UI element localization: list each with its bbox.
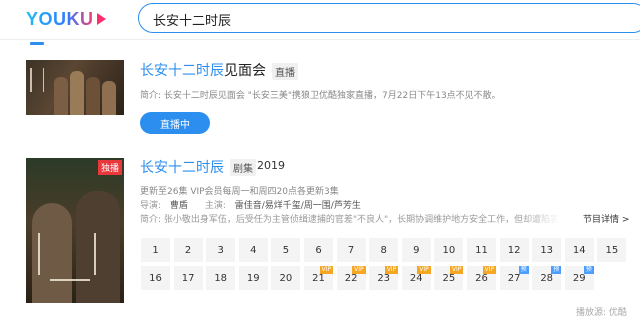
- episode-number: 1: [152, 244, 159, 256]
- episode-number: 18: [214, 272, 228, 284]
- result2-description: 简介: 张小敬出身军伍，后受任为主管侦缉逮捕的官差"不良人"，长期协调维护地方安…: [140, 215, 558, 225]
- exclusive-badge: 独播: [97, 160, 122, 175]
- play-source: 播放源: 优酷: [576, 308, 627, 318]
- result1-title-highlight: 长安十二时辰: [140, 63, 224, 79]
- vip-tag: VIP: [449, 266, 464, 274]
- episode-11-button[interactable]: 11: [467, 238, 496, 262]
- episode-number: 11: [475, 244, 488, 256]
- episode-number: 10: [442, 244, 456, 256]
- episode-18-button[interactable]: 18: [206, 266, 236, 290]
- preview-tag: 预: [551, 266, 562, 274]
- episode-15-button[interactable]: 15: [597, 238, 627, 262]
- episode-number: 7: [347, 244, 355, 256]
- release-year: 2019: [257, 159, 285, 172]
- episode-8-button[interactable]: 8: [369, 238, 399, 262]
- episode-number: 8: [380, 244, 387, 256]
- tab-indicator: [30, 42, 44, 45]
- episode-number: 5: [282, 244, 290, 256]
- episode-number: 15: [605, 244, 619, 256]
- episode-number: 3: [217, 244, 224, 256]
- episode-21-button[interactable]: 21 VIP: [304, 266, 333, 290]
- episode-number: 22: [344, 272, 358, 284]
- episode-number: 23: [377, 272, 391, 284]
- result2-title[interactable]: 长安十二时辰: [140, 157, 224, 177]
- search-input[interactable]: 长安十二时辰: [153, 10, 231, 29]
- episode-number: 2: [184, 244, 192, 256]
- cast-names[interactable]: 雷佳音/易烊千玺/周一围/芦芳生: [235, 201, 361, 211]
- episode-number: 13: [540, 244, 554, 256]
- vip-tag: VIP: [352, 266, 366, 274]
- vip-tag: VIP: [482, 266, 496, 274]
- episode-22-button[interactable]: 22 VIP: [336, 266, 366, 290]
- cast-label: 主演:: [204, 201, 226, 211]
- episode-7-button[interactable]: 7: [336, 238, 366, 262]
- episode-number: 29: [572, 272, 586, 284]
- episode-1-button[interactable]: 1: [141, 238, 170, 262]
- vip-tag: VIP: [319, 266, 333, 274]
- preview-tag: 预: [583, 266, 594, 274]
- episode-10-button[interactable]: 10: [434, 238, 464, 262]
- episode-14-button[interactable]: 14: [564, 238, 594, 262]
- episode-29-button[interactable]: 29 预: [564, 266, 594, 290]
- play-icon: [96, 13, 106, 25]
- preview-tag: 预: [518, 266, 529, 274]
- vip-tag: VIP: [417, 266, 431, 274]
- details-link[interactable]: 节目详情 >: [583, 212, 629, 225]
- episode-26-button[interactable]: 26 VIP: [467, 266, 496, 290]
- episode-number: 12: [507, 244, 521, 256]
- search-box[interactable]: 长安十二时辰: [138, 3, 640, 33]
- top-header: YOUKU 长安十二时辰: [0, 0, 640, 40]
- episode-number: 19: [246, 272, 260, 284]
- episode-number: 28: [540, 272, 554, 284]
- director-label: 导演:: [140, 201, 162, 211]
- episode-4-button[interactable]: 4: [238, 238, 268, 262]
- episode-number: 9: [413, 244, 420, 256]
- episode-27-button[interactable]: 27 预: [499, 266, 529, 290]
- episode-number: 24: [409, 272, 423, 284]
- episode-3-button[interactable]: 3: [206, 238, 236, 262]
- update-info: 更新至26集 VIP会员每周一和周四20点各更新3集: [140, 187, 339, 197]
- result2-poster[interactable]: 独播: [26, 158, 124, 303]
- live-badge: 直播: [272, 62, 298, 80]
- result1-thumbnail[interactable]: [26, 60, 124, 115]
- episode-13-button[interactable]: 13: [532, 238, 562, 262]
- episode-number: 6: [315, 244, 322, 256]
- episode-23-button[interactable]: 23 VIP: [369, 266, 399, 290]
- episode-6-button[interactable]: 6: [304, 238, 333, 262]
- result1-title[interactable]: 长安十二时辰见面会 直播: [140, 60, 298, 80]
- result1-title-rest: 见面会: [224, 63, 266, 79]
- episode-20-button[interactable]: 20: [271, 266, 301, 290]
- episode-9-button[interactable]: 9: [401, 238, 431, 262]
- episode-19-button[interactable]: 19: [238, 266, 268, 290]
- series-badge: 剧集: [230, 159, 256, 176]
- director-name[interactable]: 曹盾: [170, 201, 188, 211]
- episode-16-button[interactable]: 16: [141, 266, 170, 290]
- episode-number: 20: [279, 272, 293, 284]
- episode-5-button[interactable]: 5: [271, 238, 301, 262]
- episode-24-button[interactable]: 24 VIP: [401, 266, 431, 290]
- episode-number: 25: [442, 272, 456, 284]
- episode-number: 4: [250, 244, 257, 256]
- episode-number: 14: [572, 244, 586, 256]
- live-now-button[interactable]: 直播中: [140, 112, 210, 134]
- youku-logo[interactable]: YOUKU: [26, 8, 106, 30]
- episode-17-button[interactable]: 17: [173, 266, 203, 290]
- result1-description: 简介: 长安十二时辰见面会 "长安三美"携狼卫优酷独家直播，7月22日下午13点…: [140, 91, 501, 101]
- episode-28-button[interactable]: 28 预: [532, 266, 562, 290]
- episode-12-button[interactable]: 12: [499, 238, 529, 262]
- episode-2-button[interactable]: 2: [173, 238, 203, 262]
- vip-tag: VIP: [384, 266, 399, 274]
- episode-number: 26: [475, 272, 488, 284]
- episode-number: 27: [507, 272, 521, 284]
- episode-number: 17: [181, 272, 195, 284]
- episode-number: 16: [149, 272, 162, 284]
- episode-25-button[interactable]: 25 VIP: [434, 266, 464, 290]
- episode-number: 21: [312, 272, 325, 284]
- logo-text: YOUKU: [26, 8, 94, 29]
- credits: 导演: 曹盾 主演: 雷佳音/易烊千玺/周一围/芦芳生: [140, 198, 361, 211]
